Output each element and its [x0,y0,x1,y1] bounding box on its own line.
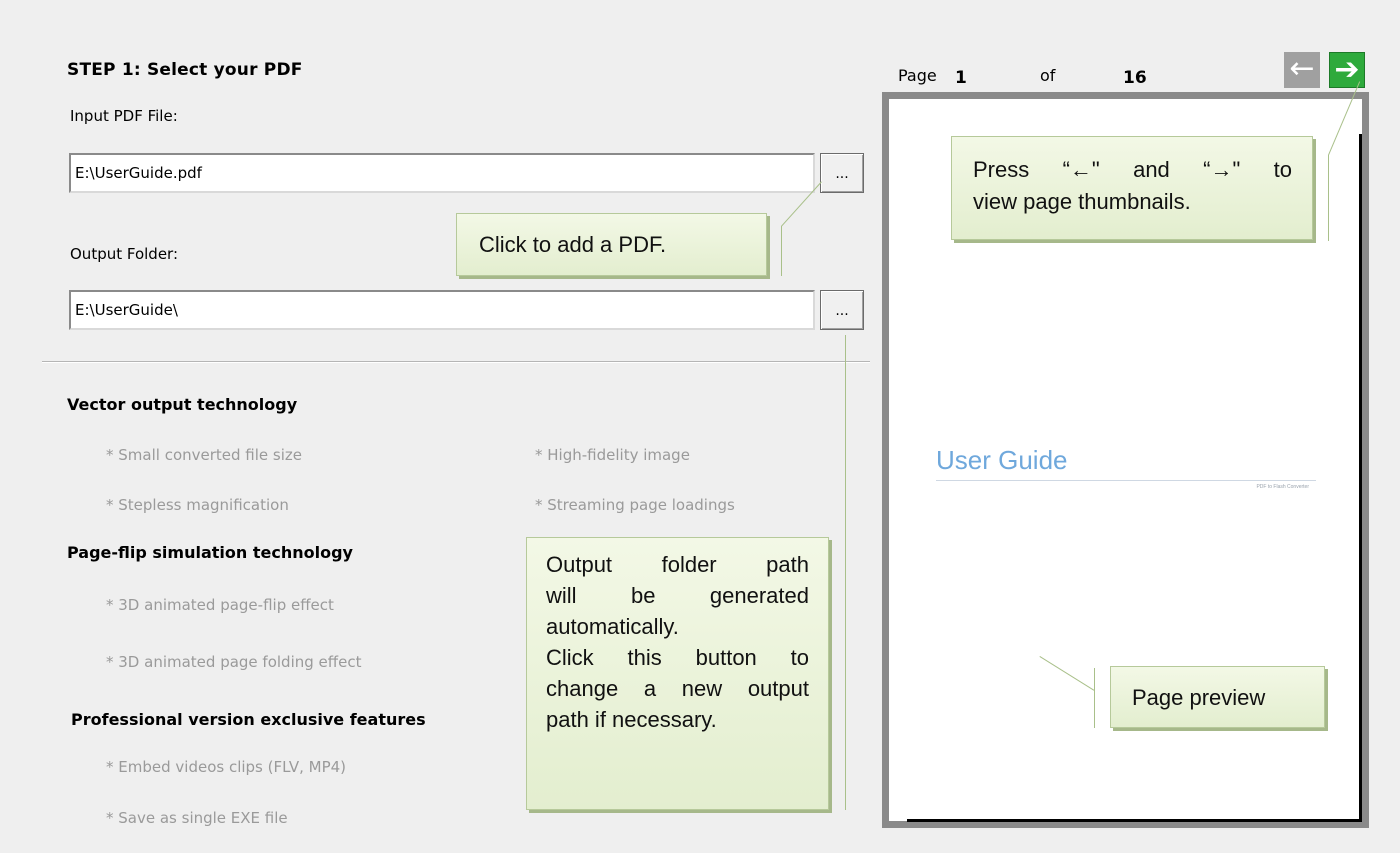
feature-item: * Embed videos clips (FLV, MP4) [106,758,347,776]
page-label: Page [898,66,937,85]
output-path-callout: Output folder path will be generated aut… [526,537,829,810]
callout-line: Click this button to [546,645,809,670]
total-pages: 16 [1123,68,1147,88]
step1-title: STEP 1: Select your PDF [67,60,303,80]
arrow-left-icon[interactable]: ← [1284,52,1320,88]
feature-item: * 3D animated page folding effect [106,653,362,671]
feature-item: * Save as single EXE file [106,809,288,827]
output-folder-label: Output Folder: [70,245,179,263]
callout-line: view page thumbnails. [973,189,1191,214]
callout-line: change a new output [546,676,809,701]
callout-line: Press “←" and “→" to [973,157,1292,182]
feature-item: * 3D animated page-flip effect [106,596,334,614]
input-pdf-label: Input PDF File: [70,107,178,125]
feature-item: * High-fidelity image [535,446,690,464]
thumbnails-callout: Press “←" and “→" to view page thumbnail… [951,136,1313,240]
callout-connector [845,335,846,810]
current-page-number: 1 [955,68,967,88]
feature-item: * Small converted file size [106,446,302,464]
add-pdf-callout: Click to add a PDF. [456,213,767,276]
doc-title: User Guide [936,445,1068,475]
callout-connector [1094,668,1095,728]
of-label: of [1040,66,1056,85]
callout-connector [1328,155,1329,241]
pro-heading: Professional version exclusive features [71,710,426,729]
callout-connector [781,226,782,276]
vector-heading: Vector output technology [67,395,298,414]
pageflip-heading: Page-flip simulation technology [67,543,353,562]
output-folder-field[interactable]: E:\UserGuide\ [69,290,815,330]
page-preview-callout: Page preview [1110,666,1325,728]
callout-line: automatically. [546,614,679,639]
browse-pdf-button[interactable]: ... [820,153,864,193]
input-pdf-field[interactable]: E:\UserGuide.pdf [69,153,815,193]
callout-line: path if necessary. [546,707,717,732]
callout-line: Output folder path [546,552,809,577]
callout-line: will be generated [546,583,809,608]
feature-item: * Stepless magnification [106,496,289,514]
feature-item: * Streaming page loadings [535,496,735,514]
doc-title-rule [936,480,1316,481]
section-divider [42,361,870,363]
doc-subtitle: PDF to Flash Converter [1256,484,1309,490]
browse-output-button[interactable]: ... [820,290,864,330]
